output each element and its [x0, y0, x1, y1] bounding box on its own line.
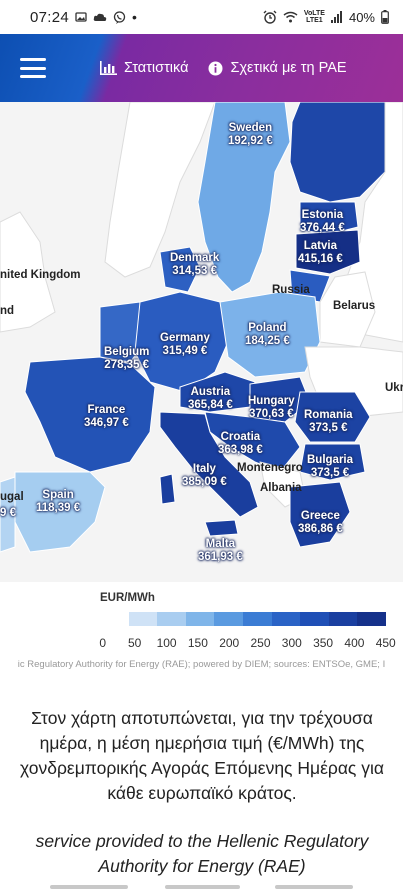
- label-germany: Germany 315,49 €: [160, 332, 210, 357]
- label-france: France 346,97 €: [84, 404, 129, 429]
- wifi-icon: [283, 11, 298, 23]
- label-italy: Italy 385,09 €: [182, 463, 227, 488]
- nav-statistics-label: Στατιστικά: [124, 60, 189, 76]
- label-montenegro: Montenegro: [237, 462, 303, 474]
- alarm-icon: [263, 10, 277, 24]
- legend-swatch: [300, 612, 329, 626]
- legend-tick-label: 250: [250, 636, 271, 650]
- label-romania: Romania 373,5 €: [304, 409, 353, 434]
- legend-swatch: [214, 612, 243, 626]
- label-ukraine: Ukra: [385, 382, 403, 394]
- volte-icon: VoLTE LTE1: [303, 10, 325, 24]
- nav-home[interactable]: [165, 885, 240, 889]
- map-credit: ic Regulatory Authority for Energy (RAE)…: [17, 659, 386, 670]
- legend-tick-label: 350: [313, 636, 334, 650]
- top-navbar: Στατιστικά Σχετικά με τη ΡΑΕ: [0, 34, 403, 102]
- nav-links: Στατιστικά Σχετικά με τη ΡΑΕ: [100, 34, 347, 102]
- label-albania: Albania: [260, 482, 302, 494]
- legend-title: EUR/MWh: [100, 592, 155, 604]
- legend-tick-label: 50: [127, 636, 142, 650]
- label-poland: Poland 184,25 €: [245, 322, 290, 347]
- status-right: VoLTE LTE1 40%: [263, 10, 389, 25]
- label-russia: Russia: [272, 284, 310, 296]
- label-united-kingdom: nited Kingdom: [0, 269, 81, 281]
- legend-tick-label: 150: [187, 636, 208, 650]
- label-sweden: Sweden 192,92 €: [228, 122, 273, 147]
- legend-swatch: [157, 612, 186, 626]
- legend-color-scale: [100, 612, 386, 626]
- system-nav-bar: [0, 882, 403, 895]
- legend-tick-label: 100: [156, 636, 177, 650]
- label-austria: Austria 365,84 €: [188, 386, 233, 411]
- legend-tick-label: 400: [344, 636, 365, 650]
- legend-swatch: [242, 612, 272, 626]
- label-greece: Greece 386,86 €: [298, 510, 343, 535]
- label-belarus: Belarus: [333, 300, 376, 312]
- legend-swatch: [328, 612, 358, 626]
- legend-swatch: [128, 612, 158, 626]
- status-left-icons: •: [75, 9, 137, 25]
- photos-icon: [75, 12, 87, 22]
- nav-statistics-link[interactable]: Στατιστικά: [100, 60, 188, 76]
- legend-tick-label: 200: [219, 636, 240, 650]
- legend-tick-label: 0: [99, 636, 107, 650]
- label-hungary: Hungary 370,63 €: [248, 395, 295, 420]
- label-denmark: Denmark 314,53 €: [170, 252, 220, 277]
- label-portugal: ugal: [0, 491, 24, 503]
- legend-swatch: [185, 612, 215, 626]
- label-spain: Spain 118,39 €: [36, 489, 81, 514]
- map-description: Στον χάρτη αποτυπώνεται, για την τρέχουσ…: [20, 708, 384, 803]
- info-icon: [208, 61, 223, 75]
- nav-recent[interactable]: [275, 885, 353, 889]
- service-credit: service provided to the Hellenic Regulat…: [35, 831, 369, 876]
- label-bulgaria: Bulgaria 373,5 €: [307, 454, 354, 479]
- viber-icon: [113, 10, 126, 24]
- legend-tick-label: 450: [375, 636, 396, 650]
- label-malta: Malta 361,93 €: [198, 538, 243, 563]
- dot-icon: •: [132, 9, 137, 25]
- nav-back[interactable]: [50, 885, 128, 889]
- label-croatia: Croatia 363,98 €: [218, 431, 263, 456]
- battery-text: 40%: [348, 9, 375, 25]
- status-time: 07:24: [30, 8, 70, 26]
- sicily-shape[interactable]: [204, 519, 239, 537]
- legend-swatch: [357, 612, 386, 626]
- legend-swatch: [271, 612, 301, 626]
- bar-chart-icon: [100, 61, 117, 75]
- nav-about-label: Σχετικά με τη ΡΑΕ: [230, 60, 347, 76]
- label-estonia: Estonia 376,44 €: [300, 209, 345, 234]
- legend-ticks: 0 50 100 150 200 250 300 350 400 450: [99, 636, 395, 650]
- status-bar: 07:24 • VoLTE LTE1 40%: [0, 0, 403, 34]
- label-ireland-fragment: nd: [0, 305, 15, 317]
- network-label: LTE1: [306, 17, 323, 24]
- europe-price-map: Sweden 192,92 € Estonia 376,44 € Latvia 415…: [0, 102, 403, 582]
- label-latvia: Latvia 415,16 €: [298, 240, 343, 265]
- label-portugal-price: 9 €: [0, 507, 16, 519]
- nav-about-link[interactable]: Σχετικά με τη ΡΑΕ: [208, 60, 347, 76]
- legend-swatch: [100, 612, 129, 626]
- legend-tick-label: 300: [281, 636, 302, 650]
- label-belgium: Belgium 278,35 €: [104, 346, 150, 371]
- signal-icon: [330, 11, 342, 23]
- battery-icon: [381, 10, 389, 24]
- cloud-icon: [93, 13, 107, 21]
- sardinia-shape[interactable]: [159, 473, 176, 505]
- menu-icon[interactable]: [20, 58, 46, 78]
